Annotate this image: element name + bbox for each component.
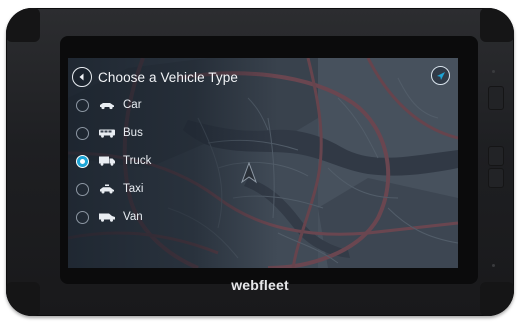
vehicle-label-car: Car [123,99,142,111]
vehicle-option-van[interactable]: Van [76,206,216,228]
truck-icon [98,156,116,166]
radio-bus[interactable] [76,126,89,140]
vehicle-label-bus: Bus [123,127,143,139]
van-icon [98,212,116,222]
vehicle-option-bus[interactable]: Bus [76,122,216,144]
recenter-button[interactable] [431,66,450,85]
side-button-volume-up[interactable] [488,146,504,166]
radio-truck-selected[interactable] [76,154,89,168]
side-button-power[interactable] [488,86,504,110]
indicator-light [492,264,495,267]
vehicle-label-taxi: Taxi [123,183,144,195]
radio-taxi[interactable] [76,182,89,196]
screen-header: Choose a Vehicle Type [72,65,238,89]
car-icon [98,100,116,110]
back-arrow-icon [79,73,84,81]
bus-icon [98,128,116,138]
navigation-screen: Choose a Vehicle Type Car Bus Truck Taxi… [68,58,458,268]
taxi-icon [98,184,116,194]
navigation-arrow-icon [436,71,445,80]
page-title: Choose a Vehicle Type [98,69,238,85]
current-position-arrow-icon [240,162,258,184]
brand-logo: webfleet [231,277,289,293]
vehicle-option-taxi[interactable]: Taxi [76,178,216,200]
radio-selected-dot [80,158,85,164]
bumper-corner-top-left [6,8,40,42]
ambient-light-sensor [492,70,495,73]
back-button[interactable] [72,67,92,87]
vehicle-option-car[interactable]: Car [76,94,216,116]
vehicle-option-truck[interactable]: Truck [76,150,216,172]
radio-car[interactable] [76,98,89,112]
radio-van[interactable] [76,210,89,224]
side-button-volume-down[interactable] [488,168,504,188]
bumper-corner-top-right [480,8,514,42]
vehicle-label-truck: Truck [123,155,152,167]
vehicle-label-van: Van [123,211,143,223]
